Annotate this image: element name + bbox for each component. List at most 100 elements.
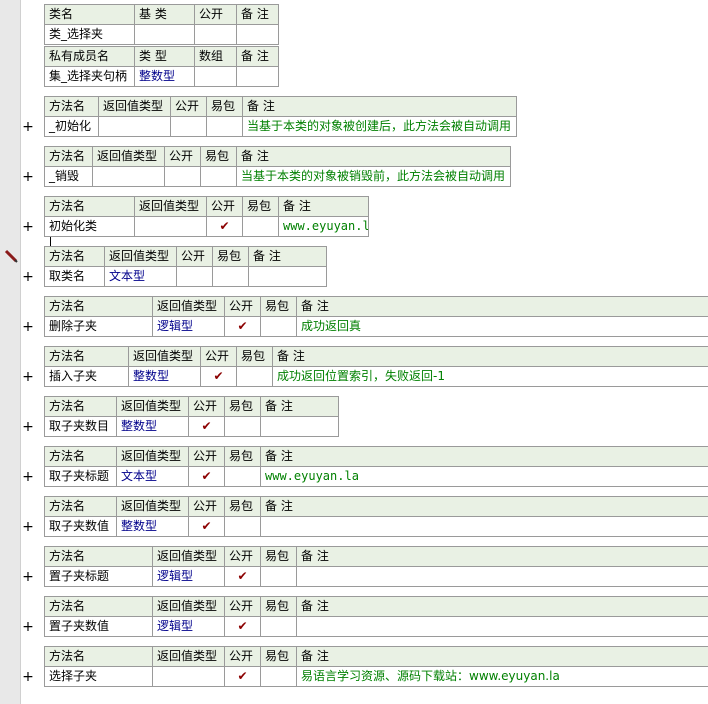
method-name-cell[interactable]: 置子夹标题 — [44, 566, 153, 587]
method-header-return: 返回值类型 — [128, 346, 201, 367]
method-name-cell[interactable]: 取子夹标题 — [44, 466, 117, 487]
method-return-cell[interactable] — [92, 166, 165, 187]
pen-icon — [4, 249, 18, 263]
method-header-note: 备 注 — [296, 546, 708, 567]
method-name-cell[interactable]: 删除子夹 — [44, 316, 153, 337]
checkmark-icon[interactable]: ✔ — [200, 366, 237, 387]
method-note-cell[interactable]: 成功返回位置索引，失败返回-1 — [272, 366, 708, 387]
class-note-cell[interactable] — [236, 24, 279, 45]
class-header-name: 类名 — [44, 4, 135, 25]
method-header-note: 备 注 — [296, 596, 708, 617]
expand-icon[interactable]: + — [22, 620, 34, 634]
method-name-cell[interactable]: 插入子夹 — [44, 366, 129, 387]
method-return-cell[interactable] — [98, 116, 171, 137]
method-note-cell[interactable] — [248, 266, 327, 287]
method-note-cell[interactable] — [296, 566, 708, 587]
method-header-note: 备 注 — [260, 496, 708, 517]
checkmark-icon[interactable]: ✔ — [188, 466, 225, 487]
method-header-easy: 易包 — [206, 96, 243, 117]
method-header-public: 公开 — [200, 346, 237, 367]
method-note-cell[interactable] — [260, 516, 708, 537]
method-easy-cell[interactable] — [224, 516, 261, 537]
method-easy-cell[interactable] — [242, 216, 279, 237]
method-easy-cell[interactable] — [224, 416, 261, 437]
method-return-cell[interactable]: 整数型 — [116, 416, 189, 437]
method-easy-cell[interactable] — [260, 566, 297, 587]
expand-icon[interactable]: + — [22, 370, 34, 384]
method-return-cell[interactable]: 逻辑型 — [152, 616, 225, 637]
method-easy-cell[interactable] — [260, 316, 297, 337]
expand-icon[interactable]: + — [22, 270, 34, 284]
member-header-name: 私有成员名 — [44, 46, 135, 67]
expand-icon[interactable]: + — [22, 320, 34, 334]
method-header-easy: 易包 — [260, 296, 297, 317]
method-name-cell[interactable]: 取子夹数目 — [44, 416, 117, 437]
class-name-cell[interactable]: 类_选择夹 — [44, 24, 135, 45]
member-array-cell[interactable] — [194, 66, 237, 87]
checkmark-icon[interactable]: ✔ — [188, 416, 225, 437]
expand-icon[interactable]: + — [22, 570, 34, 584]
method-header-note: 备 注 — [296, 296, 708, 317]
method-header-name: 方法名 — [44, 546, 153, 567]
expand-icon[interactable]: + — [22, 220, 34, 234]
class-base-cell[interactable] — [134, 24, 195, 45]
class-public-cell[interactable] — [194, 24, 237, 45]
method-public-cell[interactable] — [176, 266, 213, 287]
expand-icon[interactable]: + — [22, 520, 34, 534]
method-easy-cell[interactable] — [212, 266, 249, 287]
method-header-public: 公开 — [206, 196, 243, 217]
method-return-cell[interactable]: 整数型 — [128, 366, 201, 387]
method-return-cell[interactable]: 整数型 — [116, 516, 189, 537]
checkmark-icon[interactable]: ✔ — [224, 616, 261, 637]
method-note-cell[interactable]: 当基于本类的对象被销毁前，此方法会被自动调用 — [236, 166, 511, 187]
method-header-public: 公开 — [176, 246, 213, 267]
method-name-cell[interactable]: 取子夹数值 — [44, 516, 117, 537]
method-note-cell[interactable] — [296, 616, 708, 637]
method-header-return: 返回值类型 — [152, 296, 225, 317]
method-note-cell[interactable]: www.eyuyan.la — [260, 466, 708, 487]
member-note-cell[interactable] — [236, 66, 279, 87]
method-note-cell[interactable]: 易语言学习资源、源码下载站：www.eyuyan.la — [296, 666, 708, 687]
checkmark-icon[interactable]: ✔ — [206, 216, 243, 237]
method-return-cell[interactable]: 文本型 — [104, 266, 177, 287]
method-return-cell[interactable]: 逻辑型 — [152, 566, 225, 587]
expand-icon[interactable]: + — [22, 670, 34, 684]
method-name-cell[interactable]: _销毁 — [44, 166, 93, 187]
expand-icon[interactable]: + — [22, 120, 34, 134]
method-name-cell[interactable]: 初始化类 — [44, 216, 135, 237]
method-return-cell[interactable]: 逻辑型 — [152, 316, 225, 337]
method-name-cell[interactable]: 置子夹数值 — [44, 616, 153, 637]
member-type-cell[interactable]: 整数型 — [134, 66, 195, 87]
method-name-cell[interactable]: 取类名 — [44, 266, 105, 287]
method-easy-cell[interactable] — [200, 166, 237, 187]
member-name-cell[interactable]: 集_选择夹句柄 — [44, 66, 135, 87]
method-header-return: 返回值类型 — [134, 196, 207, 217]
method-note-cell[interactable]: 当基于本类的对象被创建后，此方法会被自动调用 — [242, 116, 517, 137]
method-easy-cell[interactable] — [224, 466, 261, 487]
method-note-cell[interactable]: 成功返回真 — [296, 316, 708, 337]
method-easy-cell[interactable] — [260, 666, 297, 687]
method-return-cell[interactable]: 文本型 — [116, 466, 189, 487]
method-name-cell[interactable]: _初始化 — [44, 116, 99, 137]
method-note-cell[interactable]: www.eyuyan.la — [278, 216, 369, 237]
method-header-name: 方法名 — [44, 96, 99, 117]
method-header-note: 备 注 — [260, 446, 708, 467]
method-return-cell[interactable] — [152, 666, 225, 687]
checkmark-icon[interactable]: ✔ — [224, 666, 261, 687]
method-header-name: 方法名 — [44, 146, 93, 167]
checkmark-icon[interactable]: ✔ — [188, 516, 225, 537]
expand-icon[interactable]: + — [22, 170, 34, 184]
expand-icon[interactable]: + — [22, 470, 34, 484]
checkmark-icon[interactable]: ✔ — [224, 566, 261, 587]
method-note-cell[interactable] — [260, 416, 339, 437]
method-public-cell[interactable] — [164, 166, 201, 187]
method-easy-cell[interactable] — [260, 616, 297, 637]
method-public-cell[interactable] — [170, 116, 207, 137]
checkmark-icon[interactable]: ✔ — [224, 316, 261, 337]
method-easy-cell[interactable] — [236, 366, 273, 387]
expand-icon[interactable]: + — [22, 420, 34, 434]
method-easy-cell[interactable] — [206, 116, 243, 137]
method-return-cell[interactable] — [134, 216, 207, 237]
method-header-return: 返回值类型 — [116, 496, 189, 517]
method-name-cell[interactable]: 选择子夹 — [44, 666, 153, 687]
